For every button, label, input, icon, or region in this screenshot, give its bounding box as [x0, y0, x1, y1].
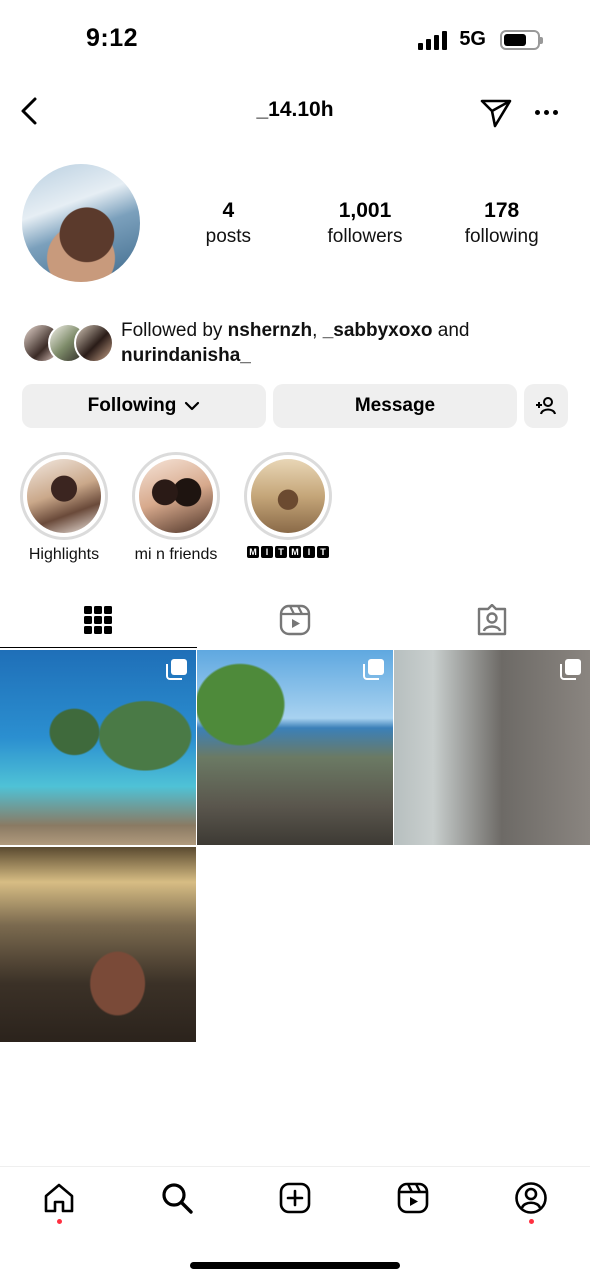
- story-highlights: Highlights mi n friends MITMIT: [18, 452, 578, 572]
- battery-icon: [500, 29, 543, 50]
- posts-label: posts: [205, 226, 252, 247]
- highlight-label: mi n friends: [134, 546, 218, 563]
- mutual-followers-text: Followed by nshernzh, _sabbyxoxo and nuri…: [121, 318, 470, 368]
- profile-stats: 4 posts 1,001 followers 178 following: [160, 198, 570, 250]
- notification-dot: [528, 1219, 534, 1224]
- reels-icon: [397, 1182, 429, 1214]
- network-label: 5G: [459, 28, 486, 50]
- conjunction: and: [432, 320, 470, 341]
- home-indicator[interactable]: [190, 1262, 400, 1269]
- nav-search[interactable]: [147, 1181, 207, 1241]
- highlight-item[interactable]: mi n friends: [130, 452, 222, 564]
- posts-count: 4: [222, 199, 235, 222]
- nav-profile[interactable]: [501, 1181, 561, 1241]
- mutual-user-3[interactable]: nurindanisha_: [121, 345, 251, 366]
- highlight-label: Highlights: [28, 546, 100, 563]
- grid-icon: [84, 606, 113, 634]
- notification-dot: [56, 1219, 62, 1224]
- highlight-item[interactable]: MITMIT: [242, 452, 334, 560]
- highlight-item[interactable]: Highlights: [18, 452, 110, 564]
- following-count: 178: [484, 199, 520, 222]
- letter-box: I: [303, 546, 315, 558]
- mutual-user-2[interactable]: _sabbyxoxo: [323, 320, 433, 341]
- highlight-cover: [251, 459, 325, 533]
- avatar: [74, 323, 114, 363]
- search-icon: [162, 1183, 193, 1214]
- paper-plane-icon: [480, 99, 512, 128]
- highlight-ring: [20, 452, 108, 540]
- highlight-ring: [244, 452, 332, 540]
- mutual-followers[interactable]: Followed by nshernzh, _sabbyxoxo and nuri…: [22, 318, 572, 368]
- letter-box: M: [247, 546, 259, 558]
- stat-following[interactable]: 178 following: [433, 198, 570, 250]
- highlight-label-boxed: MITMIT: [247, 546, 329, 558]
- more-options-button[interactable]: [528, 100, 564, 124]
- profile-avatar[interactable]: [22, 164, 140, 282]
- status-indicators: 5G: [418, 28, 543, 51]
- followed-by-prefix: Followed by: [121, 320, 228, 341]
- home-icon: [44, 1183, 74, 1213]
- tab-posts[interactable]: [0, 592, 197, 648]
- send-message-button[interactable]: [478, 94, 514, 130]
- highlight-ring: [132, 452, 220, 540]
- following-label: Following: [87, 395, 177, 416]
- carousel-icon: [560, 659, 581, 680]
- separator: ,: [312, 320, 323, 341]
- followers-label: followers: [327, 226, 403, 247]
- tab-tagged[interactable]: [393, 592, 590, 648]
- letter-box: M: [289, 546, 301, 558]
- signal-icon: [418, 30, 448, 50]
- tab-reels[interactable]: [197, 592, 394, 648]
- tagged-icon: [477, 604, 506, 636]
- highlight-cover: [27, 459, 101, 533]
- message-button[interactable]: Message: [273, 384, 517, 428]
- post-thumbnail[interactable]: [394, 650, 590, 845]
- carousel-icon: [166, 659, 187, 680]
- profile-tabs: [0, 592, 590, 648]
- create-icon: [279, 1182, 311, 1214]
- highlight-cover: [139, 459, 213, 533]
- nav-home[interactable]: [29, 1181, 89, 1241]
- followers-count: 1,001: [338, 199, 392, 222]
- post-thumbnail[interactable]: [197, 650, 393, 845]
- reels-icon: [279, 604, 311, 636]
- following-button[interactable]: Following: [22, 384, 266, 428]
- stat-followers[interactable]: 1,001 followers: [297, 198, 434, 250]
- carousel-icon: [363, 659, 384, 680]
- profile-icon: [515, 1182, 547, 1214]
- letter-box: I: [261, 546, 273, 558]
- post-thumbnail[interactable]: [0, 847, 196, 1042]
- letter-box: T: [317, 546, 329, 558]
- mutual-user-1[interactable]: nshernzh: [228, 320, 312, 341]
- post-thumbnail[interactable]: [0, 650, 196, 845]
- status-time: 9:12: [86, 24, 139, 52]
- nav-reels[interactable]: [383, 1181, 443, 1241]
- mutual-avatars: [22, 323, 114, 363]
- profile-header: _14.10h: [0, 86, 590, 136]
- following-label: following: [464, 226, 539, 247]
- letter-box: T: [275, 546, 287, 558]
- message-label: Message: [354, 395, 436, 416]
- nav-create[interactable]: [265, 1181, 325, 1241]
- suggest-users-button[interactable]: [524, 384, 568, 428]
- chevron-down-icon: [185, 401, 200, 411]
- stat-posts[interactable]: 4 posts: [160, 198, 297, 250]
- add-person-icon: [536, 397, 556, 415]
- profile-actions: Following Message: [22, 384, 568, 430]
- status-bar: 9:12 5G: [0, 0, 590, 80]
